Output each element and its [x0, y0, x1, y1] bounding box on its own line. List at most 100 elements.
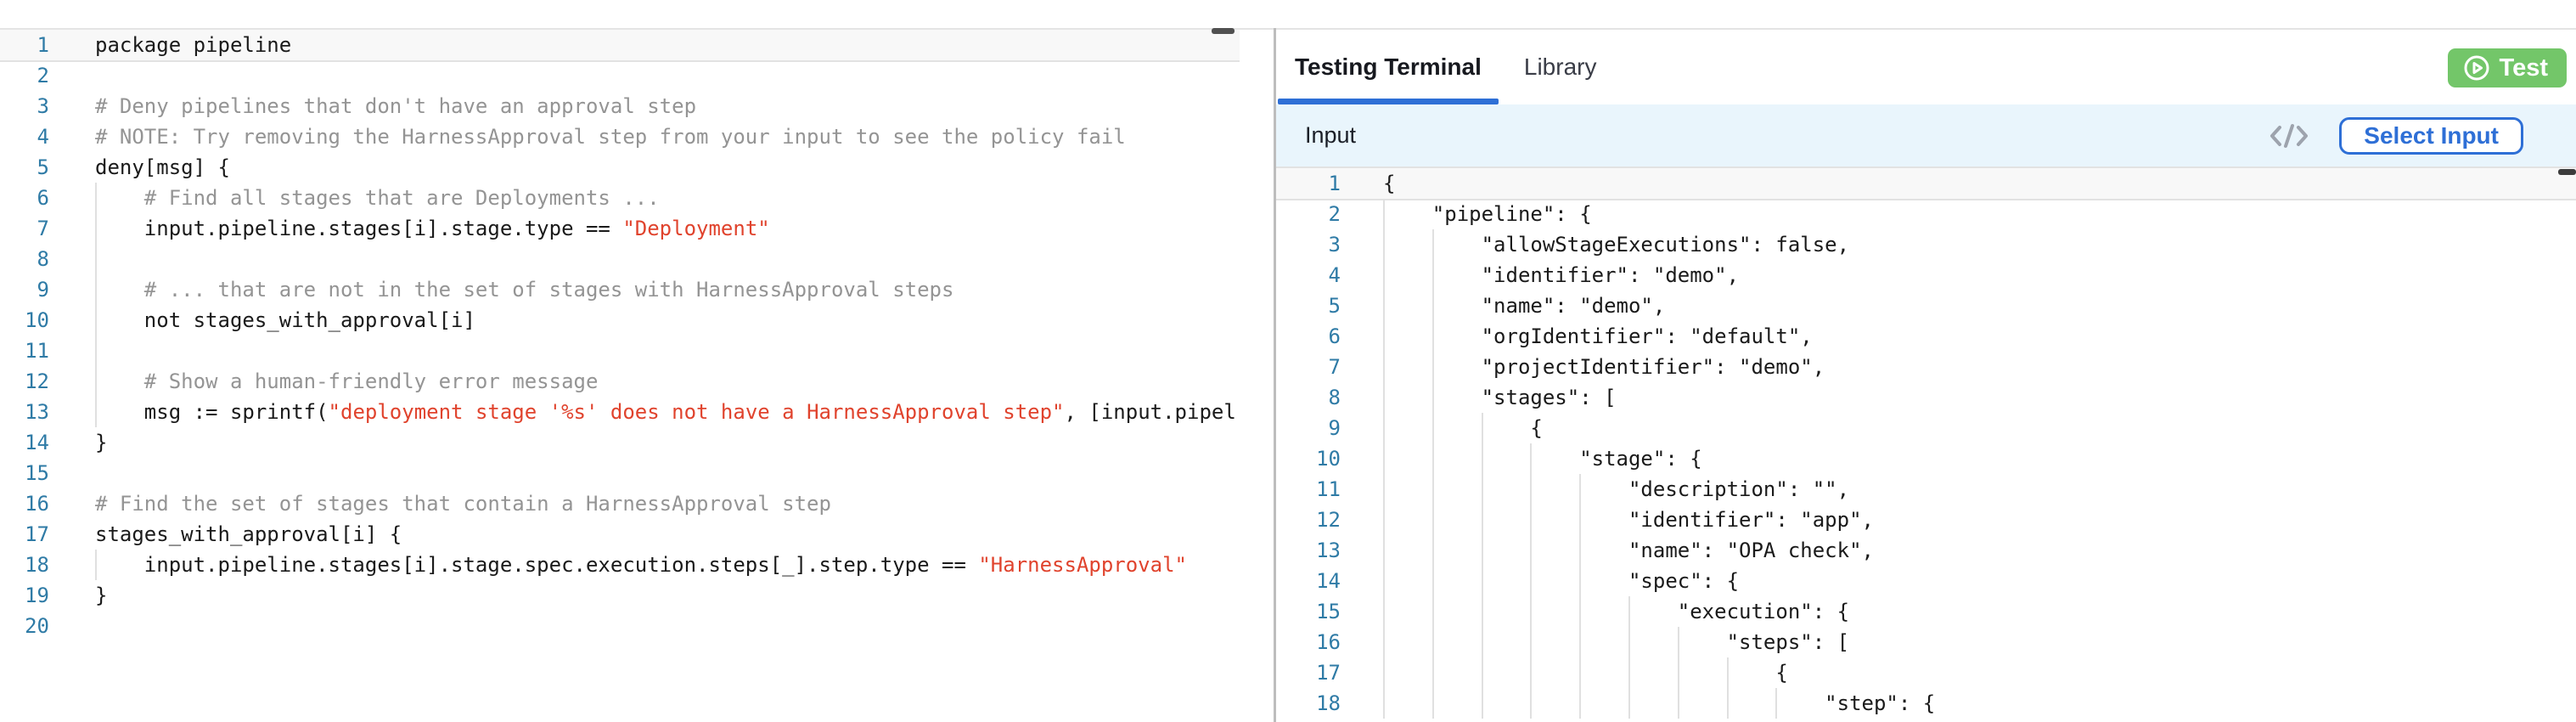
- code-icon[interactable]: [2269, 122, 2309, 149]
- indent-guide: [1530, 443, 1532, 474]
- code-line[interactable]: 10 "stage": {: [1276, 443, 2576, 474]
- code-line-content: "stages": [: [1383, 382, 2576, 413]
- code-line[interactable]: 14}: [0, 427, 1240, 458]
- code-line[interactable]: 5 "name": "demo",: [1276, 290, 2576, 321]
- top-strip: [0, 0, 2576, 28]
- indent-guide: [1530, 688, 1532, 719]
- indent-guide: [1383, 505, 1385, 535]
- code-line[interactable]: 12 "identifier": "app",: [1276, 505, 2576, 535]
- tab-label: Library: [1524, 54, 1597, 81]
- code-line-content: msg := sprintf("deployment stage '%s' do…: [95, 397, 1240, 427]
- code-line[interactable]: 6 # Find all stages that are Deployments…: [0, 183, 1240, 213]
- indent-guide: [1432, 260, 1434, 290]
- indent-guide: [1530, 535, 1532, 566]
- policy-code-editor[interactable]: 1 package pipeline 23# Deny pipelines that…: [0, 30, 1240, 641]
- code-line[interactable]: 7 "projectIdentifier": "demo",: [1276, 352, 2576, 382]
- line-number: 12: [1276, 505, 1341, 535]
- code-line[interactable]: 18 input.pipeline.stages[i].stage.spec.e…: [0, 550, 1240, 580]
- indent-guide: [1579, 535, 1581, 566]
- line-number: 18: [1276, 688, 1341, 719]
- code-line[interactable]: 7 input.pipeline.stages[i].stage.type ==…: [0, 213, 1240, 244]
- code-line[interactable]: 18 "step": {: [1276, 688, 2576, 719]
- code-line[interactable]: 9 {: [1276, 413, 2576, 443]
- code-line[interactable]: 19}: [0, 580, 1240, 611]
- indent-guide: [1579, 505, 1581, 535]
- code-line[interactable]: 4# NOTE: Try removing the HarnessApprova…: [0, 121, 1240, 152]
- code-line-content: deny[msg] {: [95, 152, 1240, 183]
- code-line[interactable]: 11 "description": "",: [1276, 474, 2576, 505]
- code-line[interactable]: 6 "orgIdentifier": "default",: [1276, 321, 2576, 352]
- tab-testing-terminal[interactable]: Testing Terminal: [1278, 30, 1499, 104]
- code-line[interactable]: 13 msg := sprintf("deployment stage '%s'…: [0, 397, 1240, 427]
- indent-guide: [1383, 566, 1385, 596]
- indent-guide: [95, 550, 97, 580]
- code-line-content: [95, 336, 1240, 366]
- terminal-tabs-row: Testing Terminal Library Test: [1276, 30, 2576, 104]
- indent-guide: [1678, 688, 1679, 719]
- code-line-content: input.pipeline.stages[i].stage.type == "…: [95, 213, 1240, 244]
- horizontal-scrollbar-thumb[interactable]: [2558, 169, 2576, 175]
- testing-terminal-panel: Testing Terminal Library Test Input: [1276, 30, 2576, 722]
- indent-guide: [1628, 596, 1630, 627]
- code-line-content: "projectIdentifier": "demo",: [1383, 352, 2576, 382]
- indent-guide: [1579, 627, 1581, 657]
- code-line[interactable]: 17 {: [1276, 657, 2576, 688]
- code-token: "identifier": "app",: [1383, 508, 1874, 532]
- code-line-content: [95, 458, 1240, 488]
- input-title: Input: [1305, 122, 2269, 149]
- code-line-content: "identifier": "app",: [1383, 505, 2576, 535]
- line-number: 1: [0, 30, 49, 60]
- select-input-button[interactable]: Select Input: [2339, 117, 2523, 155]
- input-json-editor[interactable]: 1{2 "pipeline": {3 "allowStageExecutions…: [1276, 168, 2576, 719]
- code-token: "step": {: [1383, 691, 1935, 715]
- indent-guide: [1383, 627, 1385, 657]
- code-line[interactable]: 3# Deny pipelines that don't have an app…: [0, 91, 1240, 121]
- indent-guide: [95, 213, 97, 244]
- test-button[interactable]: Test: [2448, 48, 2567, 87]
- indent-guide: [1383, 596, 1385, 627]
- code-token: "identifier": "demo",: [1383, 263, 1739, 287]
- comment-token: # ... that are not in the set of stages …: [144, 278, 954, 302]
- code-line[interactable]: 2: [0, 60, 1240, 91]
- code-line[interactable]: 1{: [1276, 168, 2576, 199]
- indent-guide: [1432, 596, 1434, 627]
- code-line[interactable]: 8: [0, 244, 1240, 274]
- line-number: 14: [0, 427, 49, 458]
- code-line[interactable]: 1 package pipeline: [0, 30, 1240, 60]
- line-number: 20: [0, 611, 49, 641]
- code-line[interactable]: 14 "spec": {: [1276, 566, 2576, 596]
- line-number: 11: [1276, 474, 1341, 505]
- code-line[interactable]: 15 "execution": {: [1276, 596, 2576, 627]
- code-line[interactable]: 9 # ... that are not in the set of stage…: [0, 274, 1240, 305]
- indent-guide: [95, 244, 97, 274]
- code-line[interactable]: 8 "stages": [: [1276, 382, 2576, 413]
- tab-library[interactable]: Library: [1507, 30, 1614, 104]
- code-line-content: {: [1383, 168, 2576, 199]
- code-line[interactable]: 10 not stages_with_approval[i]: [0, 305, 1240, 336]
- code-token: package pipeline: [95, 33, 291, 57]
- indent-guide: [1432, 413, 1434, 443]
- code-line-content: # Deny pipelines that don't have an appr…: [95, 91, 1240, 121]
- code-line-content: "execution": {: [1383, 596, 2576, 627]
- code-line[interactable]: 3 "allowStageExecutions": false,: [1276, 229, 2576, 260]
- indent-guide: [1432, 627, 1434, 657]
- code-line[interactable]: 16 "steps": [: [1276, 627, 2576, 657]
- code-line[interactable]: 16# Find the set of stages that contain …: [0, 488, 1240, 519]
- input-bar: Input Select Input: [1276, 104, 2576, 168]
- indent-guide: [1383, 535, 1385, 566]
- indent-guide: [1432, 290, 1434, 321]
- code-line[interactable]: 5deny[msg] {: [0, 152, 1240, 183]
- indent-guide: [1432, 382, 1434, 413]
- code-line[interactable]: 20: [0, 611, 1240, 641]
- code-line[interactable]: 15: [0, 458, 1240, 488]
- code-line[interactable]: 12 # Show a human-friendly error message: [0, 366, 1240, 397]
- code-line[interactable]: 17stages_with_approval[i] {: [0, 519, 1240, 550]
- code-line[interactable]: 11: [0, 336, 1240, 366]
- test-button-label: Test: [2500, 54, 2548, 82]
- indent-guide: [1432, 688, 1434, 719]
- code-line[interactable]: 2 "pipeline": {: [1276, 199, 2576, 229]
- code-line[interactable]: 4 "identifier": "demo",: [1276, 260, 2576, 290]
- code-line[interactable]: 13 "name": "OPA check",: [1276, 535, 2576, 566]
- line-number: 15: [0, 458, 49, 488]
- horizontal-scrollbar-thumb[interactable]: [1212, 28, 1235, 34]
